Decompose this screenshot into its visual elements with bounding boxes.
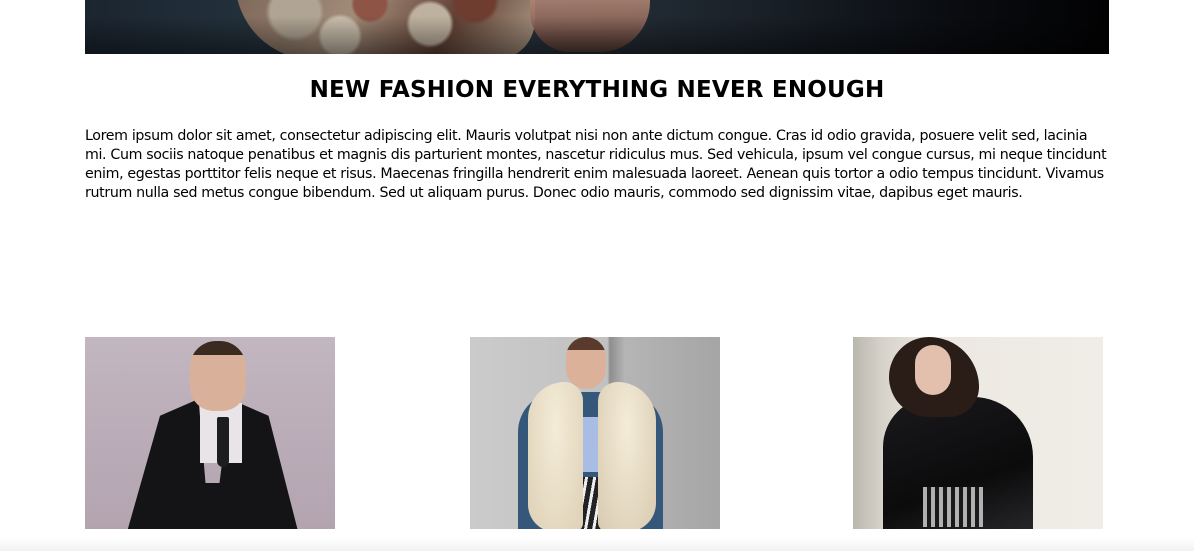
- section-intro-text: Lorem ipsum dolor sit amet, consectetur …: [85, 128, 1107, 201]
- page: NEW FASHION EVERYTHING NEVER ENOUGH Lore…: [0, 0, 1194, 551]
- section-headline: NEW FASHION EVERYTHING NEVER ENOUGH: [309, 77, 885, 103]
- fur-stole-left: [528, 382, 583, 529]
- gallery-photo-woman-leather-jacket[interactable]: [853, 337, 1103, 529]
- model-face: [915, 345, 951, 395]
- model-head: [566, 337, 606, 389]
- hero-banner-image: [85, 0, 1109, 54]
- gallery-photo-man-trench-coat[interactable]: [85, 337, 335, 529]
- striped-top: [923, 487, 983, 527]
- fur-stole-right: [598, 382, 656, 529]
- tie: [217, 417, 229, 467]
- bottom-fade: [0, 538, 1194, 551]
- gallery-photo-woman-fur-stole[interactable]: [470, 337, 720, 529]
- hero-shadow: [85, 0, 1109, 54]
- model-head: [190, 341, 246, 411]
